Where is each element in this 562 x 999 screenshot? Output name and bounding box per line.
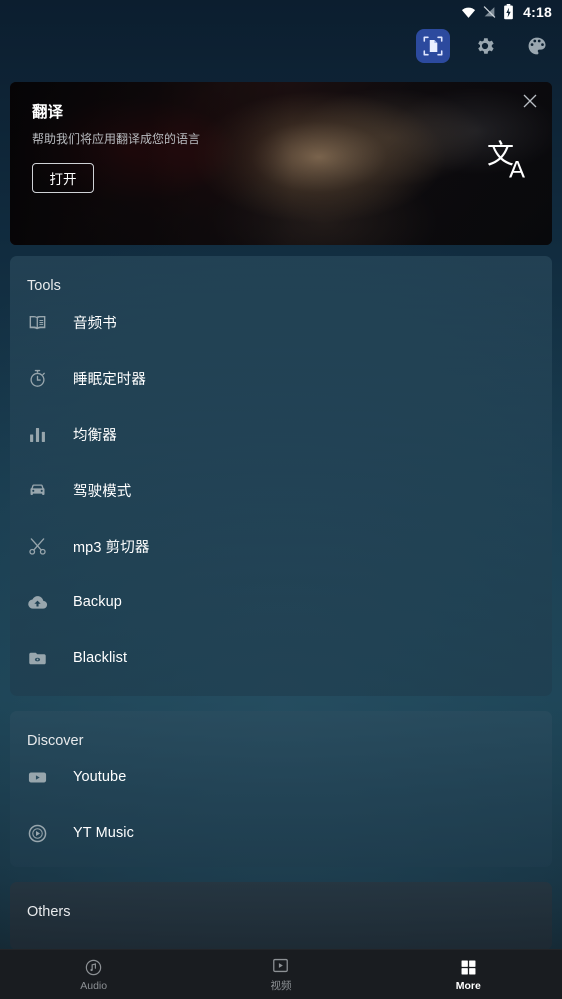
tools-item-equalizer[interactable]: 均衡器 <box>10 406 552 462</box>
tools-item-backup[interactable]: Backup <box>10 574 552 630</box>
discover-item-yt-music[interactable]: YT Music <box>10 805 552 861</box>
car-icon <box>27 480 61 501</box>
tools-item-label: mp3 剪切器 <box>73 539 150 556</box>
theme-palette-icon <box>528 37 546 55</box>
status-bar: 4:18 <box>0 0 562 24</box>
tools-item-label: 驾驶模式 <box>73 483 132 500</box>
scan-document-icon <box>423 36 443 56</box>
tools-item-label: 均衡器 <box>73 427 117 444</box>
banner-title: 翻译 <box>32 104 64 121</box>
tools-item-label: Blacklist <box>73 650 128 666</box>
scan-document-button[interactable] <box>416 29 450 63</box>
no-signal-icon <box>483 5 496 19</box>
translate-banner[interactable]: 翻译 帮助我们将应用翻译成您的语言 打开 文 A <box>10 82 552 245</box>
nav-tab-more[interactable]: More <box>375 950 562 999</box>
banner-subtitle: 帮助我们将应用翻译成您的语言 <box>32 131 201 146</box>
bottom-navigation: Audio 视频 More <box>0 949 562 999</box>
discover-item-label: YT Music <box>73 825 134 841</box>
equalizer-icon <box>27 424 61 445</box>
discover-section-title: Discover <box>27 733 84 749</box>
top-toolbar <box>416 29 554 63</box>
app-root: 4:18 翻译 帮助我们将应用翻译成您的语言 打开 文 A Tools 音频书 … <box>0 0 562 999</box>
book-icon <box>27 312 61 333</box>
discover-card: Discover Youtube YT Music <box>10 711 552 867</box>
discover-item-youtube[interactable]: Youtube <box>10 749 552 805</box>
status-time: 4:18 <box>523 4 552 20</box>
tools-item-label: 睡眠定时器 <box>73 371 146 388</box>
nav-tab-audio[interactable]: Audio <box>0 950 187 999</box>
timer-icon <box>27 368 61 389</box>
svg-text:A: A <box>509 156 525 183</box>
nav-tab-label: 视频 <box>270 980 292 992</box>
wifi-icon <box>461 5 476 20</box>
scissors-icon <box>27 536 61 557</box>
nav-tab-label: More <box>455 979 481 992</box>
banner-open-button[interactable]: 打开 <box>32 163 94 194</box>
battery-charging-icon <box>503 4 514 20</box>
yt-music-icon <box>27 823 61 844</box>
tools-item-blacklist[interactable]: Blacklist <box>10 630 552 686</box>
cloud-upload-icon <box>27 592 61 613</box>
tools-card: Tools 音频书 睡眠定时器 均衡器 驾驶模式 mp3 剪切器 Backup … <box>10 256 552 696</box>
grid-more-icon <box>459 958 478 977</box>
discover-item-label: Youtube <box>73 769 127 785</box>
tools-item-label: Backup <box>73 594 122 610</box>
audio-note-icon <box>84 958 103 977</box>
theme-button[interactable] <box>520 29 554 63</box>
settings-gear-icon <box>478 38 494 54</box>
tools-item-label: 音频书 <box>73 315 117 332</box>
others-section-title: Others <box>27 904 71 920</box>
tools-item-driving-mode[interactable]: 驾驶模式 <box>10 462 552 518</box>
banner-close-button[interactable] <box>519 90 541 112</box>
settings-button[interactable] <box>468 29 502 63</box>
video-icon <box>271 956 290 975</box>
tools-item-sleep-timer[interactable]: 睡眠定时器 <box>10 350 552 406</box>
banner-content: 翻译 帮助我们将应用翻译成您的语言 打开 <box>10 82 552 245</box>
tools-section-title: Tools <box>27 278 61 294</box>
tools-item-mp3-cutter[interactable]: mp3 剪切器 <box>10 518 552 574</box>
tools-item-audiobook[interactable]: 音频书 <box>10 294 552 350</box>
folder-icon <box>27 648 61 669</box>
nav-tab-video[interactable]: 视频 <box>187 950 374 999</box>
others-card: Others <box>10 882 552 950</box>
youtube-icon <box>27 767 61 788</box>
nav-tab-label: Audio <box>80 979 108 992</box>
translate-icon: 文 A <box>486 137 538 190</box>
